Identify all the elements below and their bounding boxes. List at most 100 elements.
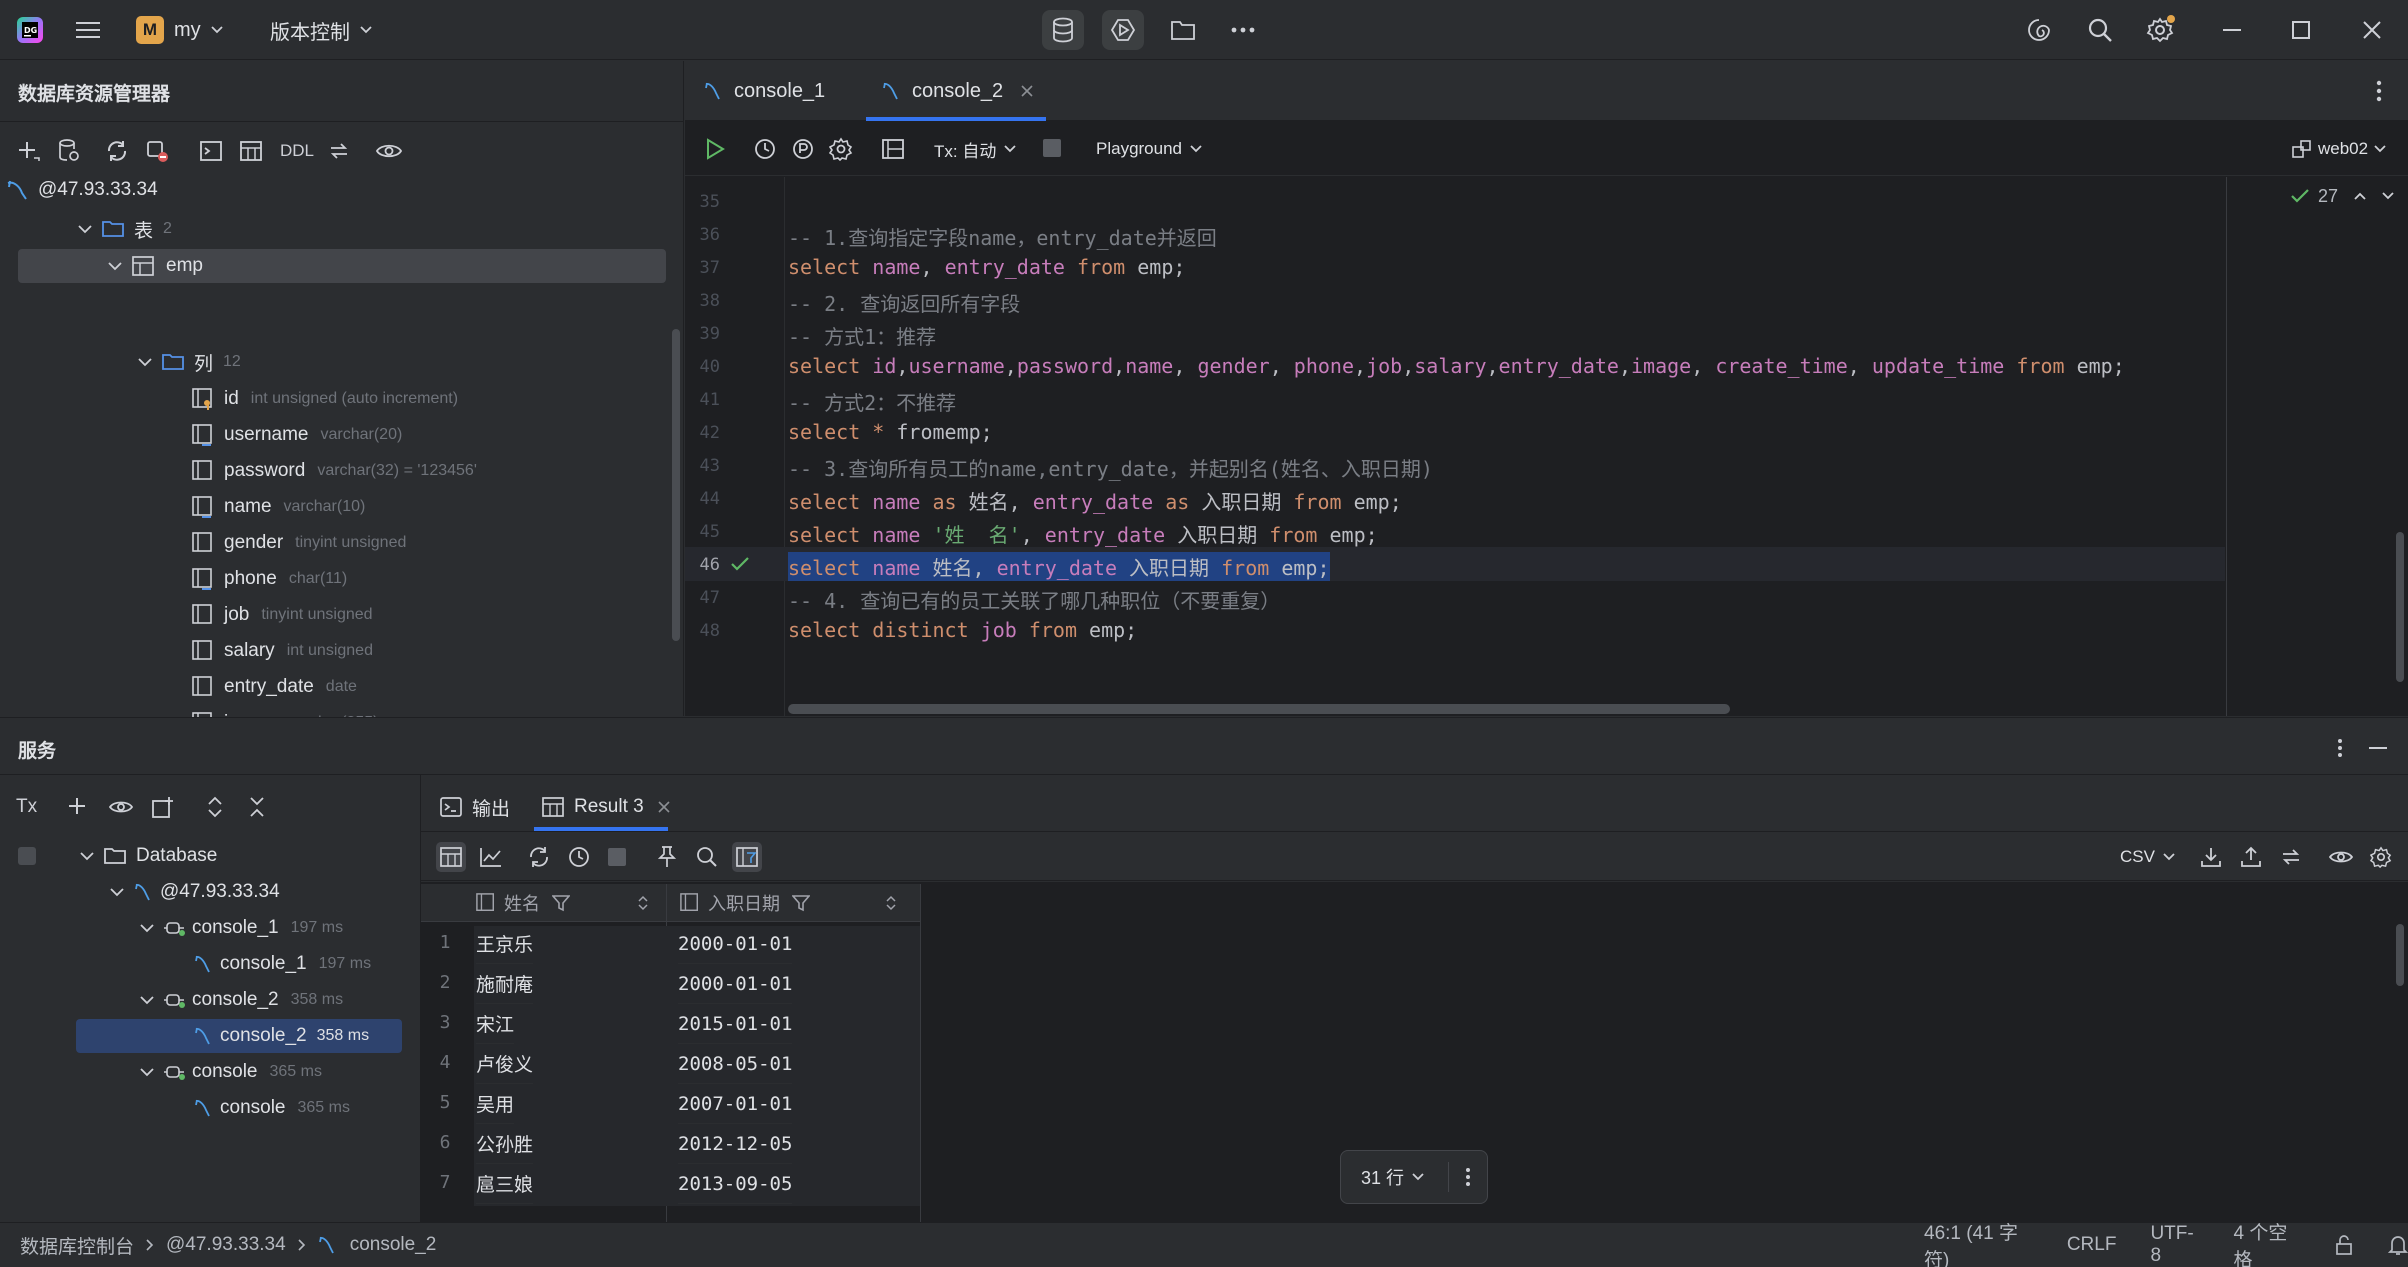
tree-column[interactable]: username varchar(20)	[192, 418, 402, 452]
file-encoding[interactable]: UTF-8	[2150, 1223, 2199, 1267]
tree-column[interactable]: password varchar(32) = '123456'	[192, 454, 477, 488]
services-tree-database[interactable]: Database	[78, 839, 217, 873]
more-vertical-icon[interactable]	[1449, 1150, 1487, 1204]
eye-icon[interactable]	[2326, 842, 2356, 872]
grid-cell-date[interactable]: 2000-01-01	[678, 924, 793, 964]
column-header-name[interactable]: 姓名	[476, 886, 648, 920]
grid-cell-name[interactable]: 宋江	[476, 1004, 515, 1044]
more-icon[interactable]	[1222, 10, 1264, 50]
close-window-icon[interactable]	[2354, 14, 2390, 46]
tree-tables-folder[interactable]: 表 2	[76, 212, 172, 246]
services-tree-session[interactable]: console 365 ms	[138, 1055, 322, 1089]
grid-cell-date[interactable]: 2007-01-01	[678, 1084, 793, 1124]
code-line-45[interactable]: select name '姓 名', entry_date 入职日期 from …	[788, 519, 1378, 548]
eye-icon[interactable]	[374, 136, 404, 166]
code-line-48[interactable]: select distinct job from emp;	[788, 618, 1137, 642]
filter-panel-icon[interactable]	[732, 842, 762, 872]
tree-column[interactable]: job tinyint unsigned	[192, 598, 373, 632]
folder-icon[interactable]	[1162, 10, 1204, 50]
code-line-38[interactable]: -- 2. 查询返回所有字段	[788, 288, 1020, 317]
history-clock-icon[interactable]	[750, 134, 780, 164]
code-line-46-selected[interactable]: select name 姓名, entry_date 入职日期 from emp…	[788, 552, 1330, 581]
tab-console-2[interactable]: console_2	[882, 61, 1033, 121]
tab-console-1[interactable]: console_1	[704, 61, 825, 121]
code-line-36[interactable]: -- 1.查询指定字段name，entry_date并返回	[788, 222, 1217, 251]
minimize-panel-icon[interactable]	[2366, 736, 2390, 760]
tab-result[interactable]: Result 3	[542, 790, 670, 824]
ddl-button[interactable]: DDL	[280, 141, 314, 161]
vertical-scrollbar[interactable]	[2396, 532, 2404, 682]
chevron-up-icon[interactable]	[2354, 192, 2366, 200]
code-line-39[interactable]: -- 方式1：推荐	[788, 321, 936, 350]
column-header-entry-date[interactable]: 入职日期	[680, 886, 896, 920]
more-vertical-icon[interactable]	[2364, 74, 2394, 108]
grid-cell-name[interactable]: 公孙胜	[476, 1124, 534, 1164]
grid-cell-date[interactable]: 2015-01-01	[678, 1004, 793, 1044]
grid-cell-date[interactable]: 2013-09-05	[678, 1164, 793, 1204]
indent-setting[interactable]: 4 个空格	[2234, 1218, 2300, 1267]
pin-icon[interactable]	[652, 842, 682, 872]
grid-cell-date[interactable]: 2012-12-05	[678, 1124, 793, 1164]
eye-icon[interactable]	[107, 793, 135, 821]
scrollbar-thumb[interactable]	[672, 329, 680, 641]
tree-column[interactable]: gender tinyint unsigned	[192, 526, 406, 560]
download-icon[interactable]	[2196, 842, 2226, 872]
settings-gear-icon[interactable]	[2366, 842, 2396, 872]
tree-column[interactable]: id int unsigned (auto increment)	[192, 382, 458, 416]
datasource-dropdown[interactable]: web02	[2292, 134, 2386, 164]
stop-icon[interactable]	[608, 848, 626, 866]
tree-column[interactable]: entry_date date	[192, 670, 357, 704]
expand-all-icon[interactable]	[201, 793, 229, 821]
services-tree-console-selected[interactable]: console_2 358 ms	[194, 1019, 369, 1053]
notifications-bell-icon[interactable]	[2388, 1234, 2408, 1256]
disconnect-icon[interactable]	[142, 136, 172, 166]
search-icon[interactable]	[692, 842, 722, 872]
more-vertical-icon[interactable]	[2328, 736, 2352, 760]
add-icon[interactable]	[65, 793, 93, 821]
tree-columns-folder[interactable]: 列 12	[136, 345, 241, 379]
jump-to-console-icon[interactable]	[196, 136, 226, 166]
grid-cell-name[interactable]: 吴用	[476, 1084, 515, 1124]
minimize-window-icon[interactable]	[2214, 14, 2250, 46]
services-tree-session[interactable]: console_2 358 ms	[138, 983, 343, 1017]
grid-scrollbar[interactable]	[2396, 924, 2404, 986]
compare-icon[interactable]	[324, 136, 354, 166]
vcs-menu[interactable]: 版本控制	[270, 15, 372, 45]
compare-icon[interactable]	[2276, 842, 2306, 872]
stop-icon[interactable]	[1043, 139, 1061, 157]
tree-column[interactable]: salary int unsigned	[192, 634, 373, 668]
inspections-widget[interactable]: 27	[2290, 182, 2394, 210]
search-icon[interactable]	[2083, 14, 2117, 46]
sort-icon[interactable]	[886, 895, 896, 911]
project-selector[interactable]: M my	[136, 15, 223, 45]
services-tree-console[interactable]: console_1 197 ms	[194, 947, 371, 981]
add-icon[interactable]	[14, 136, 44, 166]
settings-gear-icon[interactable]	[2143, 12, 2179, 46]
filter-icon[interactable]	[792, 894, 810, 912]
main-menu-icon[interactable]	[72, 15, 104, 45]
grid-cell-name[interactable]: 施耐庵	[476, 964, 534, 1004]
horizontal-scrollbar[interactable]	[788, 704, 1730, 714]
breadcrumb-item[interactable]: @47.93.33.34	[166, 1234, 286, 1256]
checkbox[interactable]	[18, 847, 36, 865]
grid-cell-date[interactable]: 2008-05-01	[678, 1044, 793, 1084]
chevron-down-icon[interactable]	[2382, 192, 2394, 200]
services-tree-console[interactable]: console 365 ms	[194, 1091, 350, 1125]
grid-cell-name[interactable]: 王京乐	[476, 924, 534, 964]
services-icon[interactable]	[1102, 10, 1144, 50]
sort-icon[interactable]	[638, 895, 648, 911]
chart-view-icon[interactable]	[476, 842, 506, 872]
close-tab-icon[interactable]	[1021, 85, 1033, 97]
services-tree-host[interactable]: @47.93.33.34	[108, 875, 280, 909]
lock-icon[interactable]	[2334, 1235, 2354, 1255]
execute-run-icon[interactable]	[700, 134, 730, 164]
data-source-properties-icon[interactable]	[54, 136, 84, 166]
caret-position[interactable]: 46:1 (41 字符)	[1924, 1218, 2033, 1267]
breadcrumb-item[interactable]: 数据库控制台	[20, 1232, 134, 1259]
tx-mode-dropdown[interactable]: Tx: 自动	[934, 134, 1016, 164]
grid-cell-name[interactable]: 卢俊义	[476, 1044, 534, 1084]
code-line-40[interactable]: select id,username,password,name, gender…	[788, 354, 2125, 378]
tree-column[interactable]: name varchar(10)	[192, 490, 365, 524]
tree-column[interactable]: phone char(11)	[192, 562, 347, 596]
close-tab-icon[interactable]	[658, 801, 670, 813]
